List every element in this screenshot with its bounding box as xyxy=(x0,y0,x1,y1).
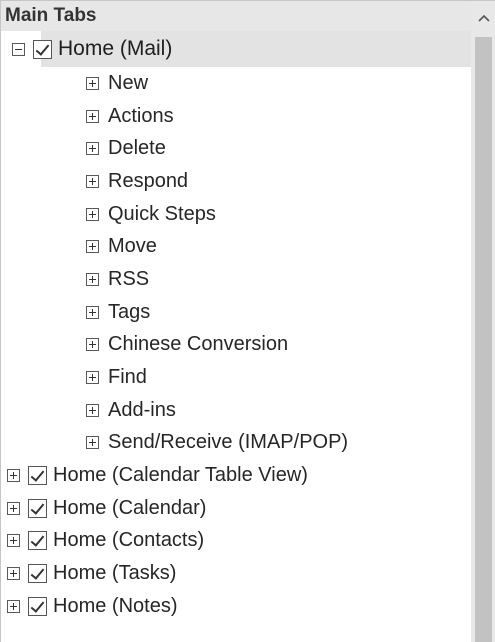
chevron-up-icon[interactable] xyxy=(471,1,495,35)
expand-icon[interactable] xyxy=(86,174,99,188)
tree-child-item[interactable]: Send/Receive (IMAP/POP) xyxy=(1,427,471,460)
tree-child-label: Quick Steps xyxy=(108,202,216,225)
tree-item-label: Home (Mail) xyxy=(58,37,173,60)
tree-item-label: Home (Calendar Table View) xyxy=(53,464,308,487)
tab-checkbox[interactable] xyxy=(28,466,47,486)
expand-icon[interactable] xyxy=(86,240,99,254)
expand-icon[interactable] xyxy=(86,403,99,417)
expand-icon[interactable] xyxy=(7,567,20,581)
expand-icon[interactable] xyxy=(7,599,20,613)
expand-icon[interactable] xyxy=(86,272,99,286)
collapse-icon[interactable] xyxy=(12,42,25,56)
tree-item-label: Home (Notes) xyxy=(53,594,178,617)
tab-checkbox[interactable] xyxy=(28,498,47,518)
expand-icon[interactable] xyxy=(7,469,20,483)
main-tabs-panel: Main Tabs Home (Mail) New Actions Delete Re… xyxy=(0,0,495,642)
tree-item-label: Home (Calendar) xyxy=(53,496,207,519)
tree-item-top-level[interactable]: Home (Notes) xyxy=(1,590,471,623)
tree-child-label: Send/Receive (IMAP/POP) xyxy=(108,431,349,454)
tree-child-label: RSS xyxy=(108,267,150,290)
tree-item-top-level[interactable]: Home (Contacts) xyxy=(1,525,471,558)
tabs-tree: Home (Mail) New Actions Delete Respond Quick… xyxy=(1,31,471,623)
tree-child-label: Delete xyxy=(108,137,166,160)
tree-child-label: Actions xyxy=(108,104,174,127)
expand-icon[interactable] xyxy=(7,501,20,515)
panel-header: Main Tabs xyxy=(1,1,471,31)
expand-icon[interactable] xyxy=(86,109,99,123)
tree-child-label: Tags xyxy=(108,300,151,323)
tree-child-item[interactable]: Delete xyxy=(1,132,471,165)
expand-icon[interactable] xyxy=(86,436,99,450)
vertical-scrollbar[interactable] xyxy=(471,1,495,642)
scrollbar-thumb[interactable] xyxy=(475,37,492,642)
tree-item-top-level[interactable]: Home (Tasks) xyxy=(1,557,471,590)
expand-icon[interactable] xyxy=(86,305,99,319)
tree-child-item[interactable]: Actions xyxy=(1,100,471,133)
tree-child-item[interactable]: Quick Steps xyxy=(1,198,471,231)
tab-checkbox[interactable] xyxy=(28,564,47,584)
tree-item-home-mail[interactable]: Home (Mail) xyxy=(1,31,471,67)
tree-item-label: Home (Contacts) xyxy=(53,529,205,552)
tree-child-label: Chinese Conversion xyxy=(108,333,289,356)
tree-child-label: New xyxy=(108,71,149,94)
tree-child-item[interactable]: Find xyxy=(1,361,471,394)
tree-item-top-level[interactable]: Home (Calendar Table View) xyxy=(1,459,471,492)
tab-checkbox[interactable] xyxy=(28,596,47,616)
tree-child-item[interactable]: New xyxy=(1,67,471,100)
expand-icon[interactable] xyxy=(7,534,20,548)
tree-item-top-level[interactable]: Home (Calendar) xyxy=(1,492,471,525)
tree-item-label: Home (Tasks) xyxy=(53,562,177,585)
tree-child-item[interactable]: RSS xyxy=(1,263,471,296)
home-mail-children: New Actions Delete Respond Quick Steps Move RS… xyxy=(1,67,471,459)
tree-child-item[interactable]: Add-ins xyxy=(1,394,471,427)
other-tabs: Home (Calendar Table View) Home (Calendar… xyxy=(1,459,471,622)
tree-child-label: Find xyxy=(108,366,147,389)
tree-child-item[interactable]: Chinese Conversion xyxy=(1,329,471,362)
tree-child-label: Add-ins xyxy=(108,398,176,421)
tree-child-item[interactable]: Move xyxy=(1,230,471,263)
expand-icon[interactable] xyxy=(86,142,99,156)
expand-icon[interactable] xyxy=(86,76,99,90)
tree-child-item[interactable]: Respond xyxy=(1,165,471,198)
tree-child-item[interactable]: Tags xyxy=(1,296,471,329)
expand-icon[interactable] xyxy=(86,207,99,221)
tab-checkbox[interactable] xyxy=(28,531,47,551)
expand-icon[interactable] xyxy=(86,338,99,352)
expand-icon[interactable] xyxy=(86,371,99,385)
tree-child-label: Move xyxy=(108,235,157,258)
tree-child-label: Respond xyxy=(108,169,189,192)
tab-checkbox-home-mail[interactable] xyxy=(33,39,52,59)
